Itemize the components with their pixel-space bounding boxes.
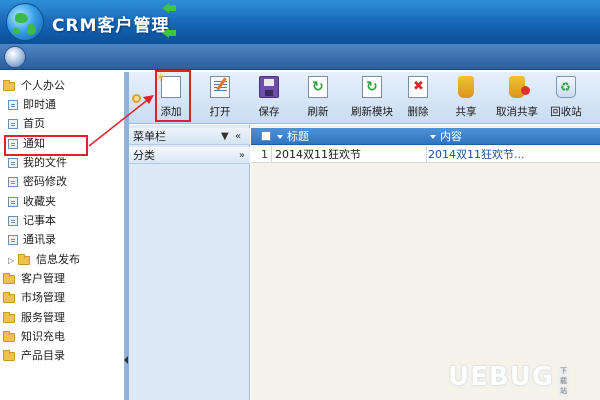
watermark-logo: UEBUG 下载站 [448,362,569,396]
annotation-arrow [88,95,154,147]
